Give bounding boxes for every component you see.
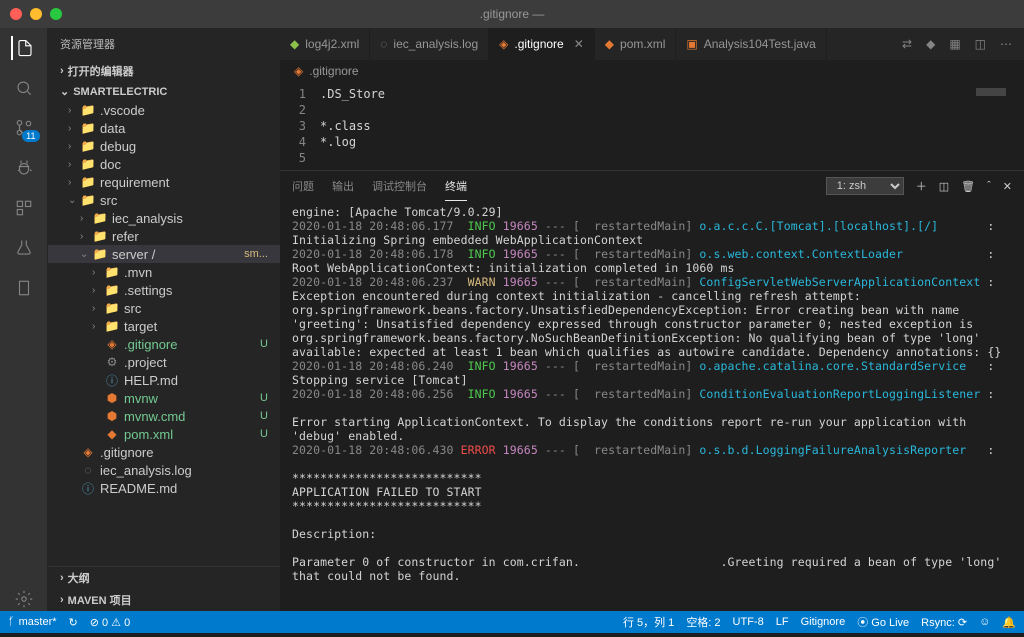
panel-tabs: 问题 输出 调试控制台 终端 1: zsh ＋ ◫ 🗑 ˆ ✕ [280, 171, 1024, 201]
status-line-col[interactable]: 行 5，列 1 [623, 614, 674, 630]
tree-item[interactable]: ⓘREADME.md [48, 479, 280, 497]
status-bell[interactable]: 🔔 [1002, 616, 1016, 629]
status-sync[interactable]: ↻ [69, 616, 78, 629]
maximize-panel-icon[interactable]: ˆ [987, 180, 991, 192]
bookmark-icon[interactable] [12, 276, 36, 300]
terminal-output[interactable]: engine: [Apache Tomcat/9.0.29]2020-01-18… [280, 201, 1024, 611]
status-eol[interactable]: LF [776, 616, 789, 628]
sidebar: 资源管理器 ›打开的编辑器 ⌄SMARTELECTRIC ›📁.vscode›📁… [48, 28, 280, 611]
status-problems[interactable]: ⊘ 0 ⚠ 0 [90, 616, 130, 629]
tree-item[interactable]: ⚙.project [48, 353, 280, 371]
tree-item[interactable]: ◈.gitignore [48, 443, 280, 461]
editor-tab[interactable]: ◆log4j2.xml [280, 28, 370, 60]
tree-item[interactable]: ◈.gitignoreU [48, 335, 280, 353]
tree-item[interactable]: ›📁iec_analysis [48, 209, 280, 227]
tree-item[interactable]: ›📁target [48, 317, 280, 335]
layout-icon[interactable]: ◫ [975, 37, 986, 51]
editor-tab[interactable]: ▣Analysis104Test.java [676, 28, 826, 60]
scm-icon[interactable]: 11 [12, 116, 36, 140]
more-icon[interactable]: ⋯ [1000, 37, 1012, 51]
tree-item[interactable]: ›📁.vscode [48, 101, 280, 119]
minimap[interactable] [976, 88, 1006, 96]
breadcrumb-file: .gitignore [309, 64, 358, 78]
new-terminal-icon[interactable]: ＋ [916, 178, 927, 194]
explorer-icon[interactable] [11, 36, 35, 60]
scm-badge: 11 [22, 130, 39, 142]
breadcrumb-icon: ◈ [294, 64, 303, 78]
tree-item[interactable]: ⓘHELP.md [48, 371, 280, 389]
kill-terminal-icon[interactable]: 🗑 [961, 180, 975, 193]
explorer-title: 资源管理器 [48, 28, 280, 60]
debug-icon[interactable] [12, 156, 36, 180]
tree-item[interactable]: ›📁.settings [48, 281, 280, 299]
window-title: .gitignore — [480, 7, 545, 21]
activity-bar: 11 [0, 28, 48, 611]
test-icon[interactable] [12, 236, 36, 260]
open-preview-icon[interactable]: ◆ [926, 37, 935, 51]
tab-bar: ◆log4j2.xml◌iec_analysis.log◈.gitignore✕… [280, 28, 1024, 60]
editor-area: ◆log4j2.xml◌iec_analysis.log◈.gitignore✕… [280, 28, 1024, 611]
status-golive[interactable]: ⦿ Go Live [857, 614, 909, 630]
file-tree: ›📁.vscode›📁data›📁debug›📁doc›📁requirement… [48, 101, 280, 566]
tree-item[interactable]: ◌iec_analysis.log [48, 461, 280, 479]
titlebar: .gitignore — [0, 0, 1024, 28]
tab-debug-console[interactable]: 调试控制台 [372, 172, 427, 200]
tree-item[interactable]: ⌄📁src [48, 191, 280, 209]
minimize-window[interactable] [30, 8, 42, 20]
tree-item[interactable]: ⬢mvnw.cmdU [48, 407, 280, 425]
status-spaces[interactable]: 空格: 2 [686, 614, 720, 630]
bottom-panel: 问题 输出 调试控制台 终端 1: zsh ＋ ◫ 🗑 ˆ ✕ engine: … [280, 170, 1024, 611]
editor-tab[interactable]: ◆pom.xml [595, 28, 677, 60]
tree-item[interactable]: ›📁requirement [48, 173, 280, 191]
tab-output[interactable]: 输出 [332, 172, 354, 200]
editor-tab[interactable]: ◈.gitignore✕ [489, 28, 595, 60]
editor-content[interactable]: 1.DS_Store23*.class4*.log5 [280, 82, 1024, 170]
tree-item[interactable]: ⌄📁server /sm... [48, 245, 280, 263]
compare-icon[interactable]: ⇄ [902, 37, 912, 51]
search-icon[interactable] [12, 76, 36, 100]
status-encoding[interactable]: UTF-8 [733, 616, 764, 628]
editor-tab[interactable]: ◌iec_analysis.log [370, 28, 489, 60]
tree-item[interactable]: ⬢mvnwU [48, 389, 280, 407]
close-window[interactable] [10, 8, 22, 20]
project-section[interactable]: ⌄SMARTELECTRIC [48, 82, 280, 101]
tree-item[interactable]: ›📁refer [48, 227, 280, 245]
outline-section[interactable]: ›大纲 [48, 567, 280, 589]
open-editors-section[interactable]: ›打开的编辑器 [48, 60, 280, 82]
status-bar: ᚶ master* ↻ ⊘ 0 ⚠ 0 行 5，列 1 空格: 2 UTF-8 … [0, 611, 1024, 633]
tree-item[interactable]: ›📁src [48, 299, 280, 317]
traffic-lights [10, 8, 62, 20]
split-terminal-icon[interactable]: ◫ [939, 180, 949, 193]
tree-item[interactable]: ›📁doc [48, 155, 280, 173]
tree-item[interactable]: ›📁data [48, 119, 280, 137]
tree-item[interactable]: ◆pom.xmlU [48, 425, 280, 443]
status-rsync[interactable]: Rsync: ⟳ [921, 616, 967, 629]
close-panel-icon[interactable]: ✕ [1003, 180, 1012, 193]
settings-icon[interactable] [12, 587, 36, 611]
status-branch[interactable]: ᚶ master* [8, 616, 57, 628]
maximize-window[interactable] [50, 8, 62, 20]
status-language[interactable]: Gitignore [801, 616, 846, 628]
split-editor-icon[interactable]: ▦ [949, 37, 960, 51]
close-tab-icon[interactable]: ✕ [574, 37, 584, 51]
breadcrumb[interactable]: ◈ .gitignore [280, 60, 1024, 82]
status-feedback[interactable]: ☺ [979, 616, 990, 628]
terminal-select[interactable]: 1: zsh [826, 177, 904, 195]
maven-section[interactable]: ›MAVEN 项目 [48, 589, 280, 611]
extensions-icon[interactable] [12, 196, 36, 220]
tree-item[interactable]: ›📁debug [48, 137, 280, 155]
tree-item[interactable]: ›📁.mvn [48, 263, 280, 281]
tab-terminal[interactable]: 终端 [445, 172, 467, 201]
tab-problems[interactable]: 问题 [292, 172, 314, 200]
